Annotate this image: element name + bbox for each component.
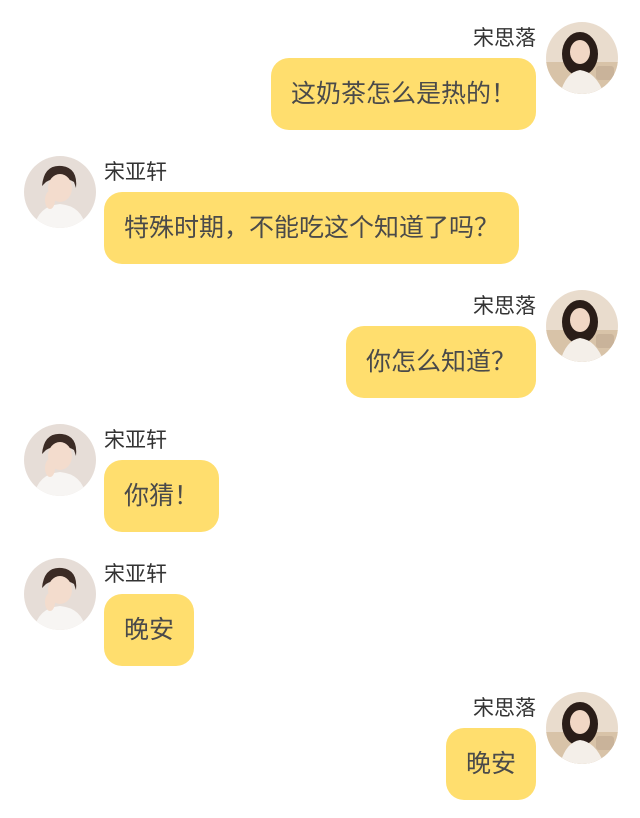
- sender-name: 宋亚轩: [104, 562, 167, 586]
- male-avatar[interactable]: [24, 156, 96, 228]
- sender-name: 宋思落: [473, 26, 536, 50]
- female-avatar[interactable]: [546, 290, 618, 362]
- message-bubble[interactable]: 晚安: [445, 728, 536, 800]
- message-bubble[interactable]: 晚安: [104, 594, 195, 666]
- message-bubble[interactable]: 你猜！: [104, 460, 220, 532]
- message-bubble[interactable]: 你怎么知道？: [345, 326, 536, 398]
- message-bubble[interactable]: 这奶茶怎么是热的！: [270, 58, 536, 130]
- female-avatar[interactable]: [546, 22, 618, 94]
- female-avatar[interactable]: [546, 692, 618, 764]
- female-avatar-icon: [546, 692, 618, 764]
- male-avatar-icon: [24, 558, 96, 630]
- male-avatar-icon: [24, 424, 96, 496]
- male-avatar[interactable]: [24, 558, 96, 630]
- female-avatar-icon: [546, 290, 618, 362]
- sender-name: 宋思落: [473, 294, 536, 318]
- sender-name: 宋思落: [473, 696, 536, 720]
- male-avatar[interactable]: [24, 424, 96, 496]
- female-avatar-icon: [546, 22, 618, 94]
- chat-thread: 宋思落 这奶茶怎么是热的！ 宋亚轩 特殊时期，不能吃这个知道了吗？ 宋思落 你怎…: [0, 0, 640, 818]
- male-avatar-icon: [24, 156, 96, 228]
- sender-name: 宋亚轩: [104, 428, 167, 452]
- sender-name: 宋亚轩: [104, 160, 167, 184]
- message-bubble[interactable]: 特殊时期，不能吃这个知道了吗？: [104, 192, 520, 264]
